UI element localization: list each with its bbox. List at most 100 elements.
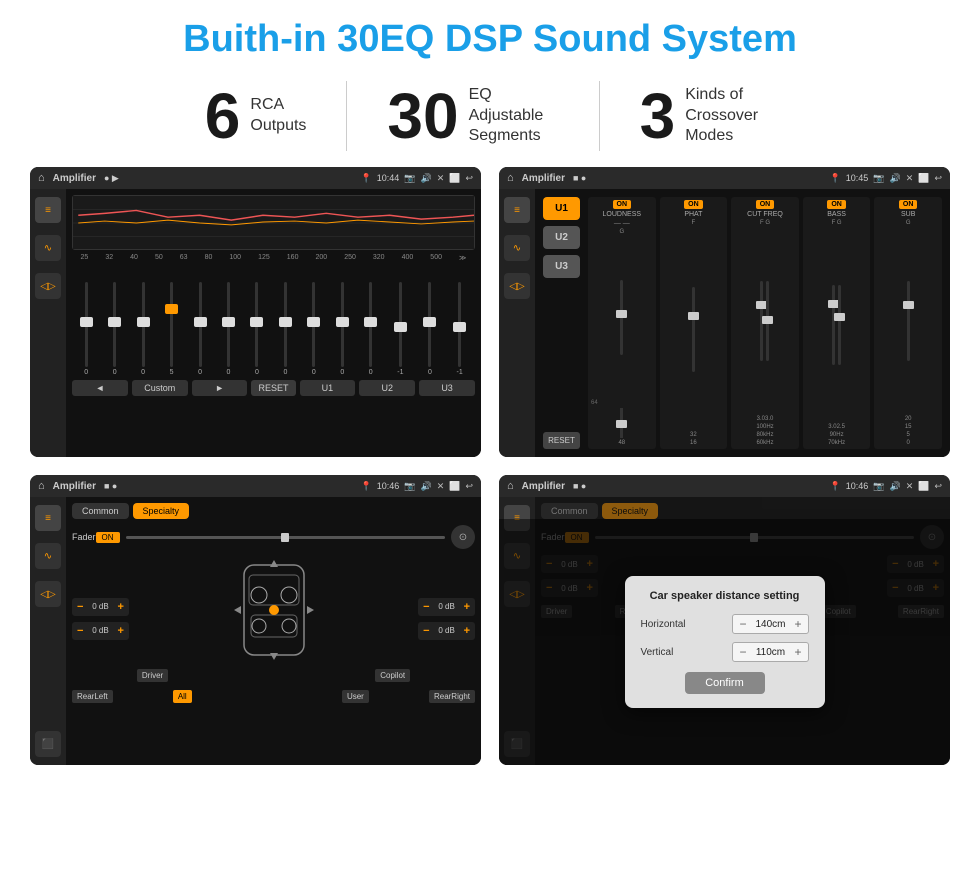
dialog-vertical-label: Vertical: [641, 647, 696, 658]
fader-on-btn[interactable]: ON: [96, 532, 120, 543]
eq-slider-4[interactable]: 0: [198, 282, 202, 376]
stat-text-rca: RCA Outputs: [250, 95, 306, 137]
close-icon-2[interactable]: ✕: [906, 173, 914, 184]
eq-slider-12[interactable]: 0: [428, 282, 432, 376]
dialog-horizontal-plus[interactable]: +: [792, 617, 803, 631]
user-btn[interactable]: User: [342, 690, 369, 703]
window-icon-2[interactable]: ⬜: [918, 173, 929, 184]
eq-slider-1[interactable]: 0: [113, 282, 117, 376]
amp-reset-btn[interactable]: RESET: [543, 432, 580, 449]
phat-slider[interactable]: [692, 287, 695, 372]
sidebar-eq-btn-3[interactable]: ≡: [35, 505, 61, 531]
eq-prev-btn[interactable]: ◄: [72, 380, 128, 396]
window-icon-3[interactable]: ⬜: [449, 481, 460, 492]
vol-tl-plus[interactable]: +: [117, 601, 123, 613]
vol-bl-plus[interactable]: +: [117, 625, 123, 637]
sidebar-speaker-btn-2[interactable]: ◁▷: [504, 273, 530, 299]
stat-rca: 6 RCA Outputs: [165, 84, 347, 148]
u2-btn[interactable]: U2: [543, 226, 580, 249]
eq-slider-2[interactable]: 0: [141, 282, 145, 376]
close-icon-4[interactable]: ✕: [906, 481, 914, 492]
eq-slider-5[interactable]: 0: [227, 282, 231, 376]
ch-bass-on[interactable]: ON: [827, 200, 846, 209]
sidebar-wave-btn-3[interactable]: ∿: [35, 543, 61, 569]
ch-bass: ON BASS F G 3.02.5 90Hz 70kHz: [803, 197, 871, 449]
fader-tab-common[interactable]: Common: [72, 503, 129, 519]
dialog-vertical-plus[interactable]: +: [792, 645, 803, 659]
vol-bl-val: 0 dB: [86, 626, 114, 635]
sidebar-speaker-btn-3[interactable]: ◁▷: [35, 581, 61, 607]
rearright-btn[interactable]: RearRight: [429, 690, 475, 703]
sub-slider[interactable]: [907, 281, 910, 361]
sidebar-expand-btn-3[interactable]: ⬛: [35, 731, 61, 757]
vol-br-minus[interactable]: −: [423, 625, 429, 637]
fader-knob[interactable]: ⊙: [451, 525, 475, 549]
sidebar-wave-btn-2[interactable]: ∿: [504, 235, 530, 261]
all-btn[interactable]: All: [173, 690, 192, 703]
eq-slider-0[interactable]: 0: [84, 282, 88, 376]
sidebar-eq-btn[interactable]: ≡: [35, 197, 61, 223]
back-icon-2[interactable]: ↩: [934, 173, 942, 184]
dialog-horizontal-row: Horizontal − 140cm +: [641, 614, 809, 634]
home-icon-2[interactable]: ⌂: [507, 172, 514, 184]
back-icon-4[interactable]: ↩: [934, 481, 942, 492]
vol-tr-plus[interactable]: +: [464, 601, 470, 613]
u1-btn[interactable]: U1: [543, 197, 580, 220]
sidebar-wave-btn[interactable]: ∿: [35, 235, 61, 261]
ch-cutfreq-on[interactable]: ON: [756, 200, 775, 209]
fader-slider[interactable]: [126, 536, 445, 539]
eq-slider-8[interactable]: 0: [312, 282, 316, 376]
location-icon-4: 📍: [830, 481, 841, 492]
window-icon[interactable]: ⬜: [449, 173, 460, 184]
cutfreq-slider2[interactable]: [766, 281, 769, 361]
sidebar-eq-btn-2[interactable]: ≡: [504, 197, 530, 223]
u3-btn[interactable]: U3: [543, 255, 580, 278]
driver-btn[interactable]: Driver: [137, 669, 168, 682]
window-icon-4[interactable]: ⬜: [918, 481, 929, 492]
vol-bl: − 0 dB +: [72, 622, 129, 640]
screen-eq: ⌂ Amplifier ● ▶ 📍 10:44 📷 🔊 ✕ ⬜ ↩ ≡ ∿ ◁▷: [30, 167, 481, 457]
eq-slider-10[interactable]: 0: [369, 282, 373, 376]
ch-phat-on[interactable]: ON: [684, 200, 703, 209]
ch-bass-label: BASS: [827, 211, 846, 218]
eq-u3-btn[interactable]: U3: [419, 380, 475, 396]
eq-u2-btn[interactable]: U2: [359, 380, 415, 396]
ch-loudness-low-slider[interactable]: [620, 408, 623, 438]
dialog-horizontal-minus[interactable]: −: [737, 617, 748, 631]
ch-sub-on[interactable]: ON: [899, 200, 918, 209]
copilot-btn[interactable]: Copilot: [375, 669, 410, 682]
close-icon[interactable]: ✕: [437, 173, 445, 184]
rearleft-btn[interactable]: RearLeft: [72, 690, 113, 703]
vol-br-plus[interactable]: +: [464, 625, 470, 637]
fader-tab-specialty[interactable]: Specialty: [133, 503, 190, 519]
close-icon-3[interactable]: ✕: [437, 481, 445, 492]
eq-reset-btn[interactable]: RESET: [251, 380, 295, 396]
vol-tl-minus[interactable]: −: [77, 601, 83, 613]
eq-slider-11[interactable]: -1: [397, 282, 403, 376]
eq-slider-13[interactable]: -1: [456, 282, 462, 376]
dialog-vertical-value: 110cm: [752, 647, 788, 658]
home-icon[interactable]: ⌂: [38, 172, 45, 184]
back-icon-3[interactable]: ↩: [465, 481, 473, 492]
eq-slider-6[interactable]: 0: [255, 282, 259, 376]
back-icon[interactable]: ↩: [465, 173, 473, 184]
eq-slider-7[interactable]: 0: [283, 282, 287, 376]
eq-next-btn[interactable]: ►: [192, 380, 248, 396]
vol-tr-minus[interactable]: −: [423, 601, 429, 613]
vol-bl-minus[interactable]: −: [77, 625, 83, 637]
confirm-button[interactable]: Confirm: [685, 672, 765, 694]
dialog-vertical-minus[interactable]: −: [737, 645, 748, 659]
eq-u1-btn[interactable]: U1: [300, 380, 356, 396]
topbar-title-4: Amplifier: [522, 481, 565, 492]
eq-slider-9[interactable]: 0: [340, 282, 344, 376]
loudness-slider[interactable]: [620, 280, 623, 355]
distance-dialog: Car speaker distance setting Horizontal …: [625, 576, 825, 708]
vol-br-val: 0 dB: [433, 626, 461, 635]
sidebar-speaker-btn[interactable]: ◁▷: [35, 273, 61, 299]
home-icon-4[interactable]: ⌂: [507, 480, 514, 492]
home-icon-3[interactable]: ⌂: [38, 480, 45, 492]
bass-slider2[interactable]: [838, 285, 841, 365]
bass-slider1[interactable]: [832, 285, 835, 365]
eq-slider-3[interactable]: 5: [170, 282, 174, 376]
ch-loudness-on[interactable]: ON: [613, 200, 632, 209]
